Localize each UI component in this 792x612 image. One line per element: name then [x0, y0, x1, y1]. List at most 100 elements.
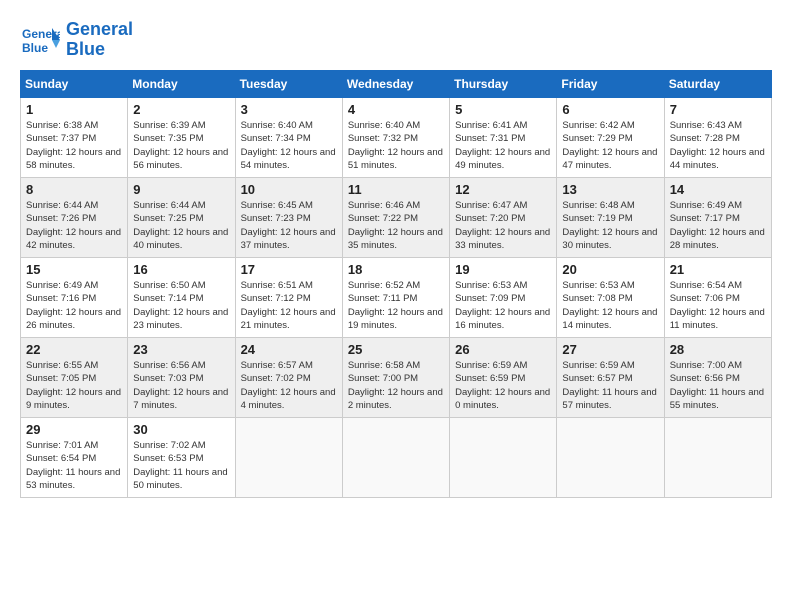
week-row-4: 22 Sunrise: 6:55 AM Sunset: 7:05 PM Dayli… [21, 338, 772, 418]
day-info-23: Sunrise: 6:56 AM Sunset: 7:03 PM Dayligh… [133, 359, 229, 412]
header-thursday: Thursday [450, 71, 557, 98]
day-info-11: Sunrise: 6:46 AM Sunset: 7:22 PM Dayligh… [348, 199, 444, 252]
day-cell-28: 28Sunrise: 7:00 AM Sunset: 6:56 PM Dayli… [664, 338, 771, 418]
week-row-1: 1 Sunrise: 6:38 AM Sunset: 7:37 PM Daylig… [21, 98, 772, 178]
day-info-9: Sunrise: 6:44 AM Sunset: 7:25 PM Dayligh… [133, 199, 229, 252]
day-cell-1: 1 Sunrise: 6:38 AM Sunset: 7:37 PM Daylig… [21, 98, 128, 178]
day-info-20: Sunrise: 6:53 AM Sunset: 7:08 PM Dayligh… [562, 279, 658, 332]
day-info-24: Sunrise: 6:57 AM Sunset: 7:02 PM Dayligh… [241, 359, 337, 412]
day-cell-2: 2 Sunrise: 6:39 AM Sunset: 7:35 PM Daylig… [128, 98, 235, 178]
day-cell-6: 6 Sunrise: 6:42 AM Sunset: 7:29 PM Daylig… [557, 98, 664, 178]
day-number-24: 24 [241, 342, 337, 357]
day-number-13: 13 [562, 182, 658, 197]
svg-text:Blue: Blue [22, 41, 48, 55]
day-cell-17: 17 Sunrise: 6:51 AM Sunset: 7:12 PM Dayli… [235, 258, 342, 338]
header-monday: Monday [128, 71, 235, 98]
day-number-12: 12 [455, 182, 551, 197]
day-cell-21: 21 Sunrise: 6:54 AM Sunset: 7:06 PM Dayli… [664, 258, 771, 338]
day-cell-29: 29 Sunrise: 7:01 AM Sunset: 6:54 PM Dayli… [21, 418, 128, 498]
header-friday: Friday [557, 71, 664, 98]
day-info-28: Sunrise: 7:00 AM Sunset: 6:56 PM Dayligh… [670, 359, 766, 412]
day-info-14: Sunrise: 6:49 AM Sunset: 7:17 PM Dayligh… [670, 199, 766, 252]
day-number-6: 6 [562, 102, 658, 117]
day-cell-11: 11 Sunrise: 6:46 AM Sunset: 7:22 PM Dayli… [342, 178, 449, 258]
day-number-1: 1 [26, 102, 122, 117]
day-info-3: Sunrise: 6:40 AM Sunset: 7:34 PM Dayligh… [241, 119, 337, 172]
day-number-17: 17 [241, 262, 337, 277]
weekday-header-row: Sunday Monday Tuesday Wednesday Thursday… [21, 71, 772, 98]
week-row-5: 29 Sunrise: 7:01 AM Sunset: 6:54 PM Dayli… [21, 418, 772, 498]
empty-cell [664, 418, 771, 498]
day-info-4: Sunrise: 6:40 AM Sunset: 7:32 PM Dayligh… [348, 119, 444, 172]
day-cell-23: 23 Sunrise: 6:56 AM Sunset: 7:03 PM Dayli… [128, 338, 235, 418]
day-cell-3: 3Sunrise: 6:40 AM Sunset: 7:34 PM Daylig… [235, 98, 342, 178]
day-cell-10: 10Sunrise: 6:45 AM Sunset: 7:23 PM Dayli… [235, 178, 342, 258]
day-number-9: 9 [133, 182, 229, 197]
week-row-3: 15 Sunrise: 6:49 AM Sunset: 7:16 PM Dayli… [21, 258, 772, 338]
day-cell-5: 5 Sunrise: 6:41 AM Sunset: 7:31 PM Daylig… [450, 98, 557, 178]
day-number-11: 11 [348, 182, 444, 197]
day-info-6: Sunrise: 6:42 AM Sunset: 7:29 PM Dayligh… [562, 119, 658, 172]
day-info-5: Sunrise: 6:41 AM Sunset: 7:31 PM Dayligh… [455, 119, 551, 172]
day-info-17: Sunrise: 6:51 AM Sunset: 7:12 PM Dayligh… [241, 279, 337, 332]
day-info-22: Sunrise: 6:55 AM Sunset: 7:05 PM Dayligh… [26, 359, 122, 412]
day-cell-24: 24 Sunrise: 6:57 AM Sunset: 7:02 PM Dayli… [235, 338, 342, 418]
logo-text: General Blue [66, 20, 133, 60]
day-info-18: Sunrise: 6:52 AM Sunset: 7:11 PM Dayligh… [348, 279, 444, 332]
day-cell-22: 22 Sunrise: 6:55 AM Sunset: 7:05 PM Dayli… [21, 338, 128, 418]
day-cell-9: 9 Sunrise: 6:44 AM Sunset: 7:25 PM Daylig… [128, 178, 235, 258]
day-number-14: 14 [670, 182, 766, 197]
day-info-16: Sunrise: 6:50 AM Sunset: 7:14 PM Dayligh… [133, 279, 229, 332]
day-number-18: 18 [348, 262, 444, 277]
day-cell-13: 13Sunrise: 6:48 AM Sunset: 7:19 PM Dayli… [557, 178, 664, 258]
day-number-21: 21 [670, 262, 766, 277]
day-number-15: 15 [26, 262, 122, 277]
day-info-27: Sunrise: 6:59 AM Sunset: 6:57 PM Dayligh… [562, 359, 658, 412]
day-number-29: 29 [26, 422, 122, 437]
day-info-19: Sunrise: 6:53 AM Sunset: 7:09 PM Dayligh… [455, 279, 551, 332]
day-number-5: 5 [455, 102, 551, 117]
day-info-25: Sunrise: 6:58 AM Sunset: 7:00 PM Dayligh… [348, 359, 444, 412]
day-info-21: Sunrise: 6:54 AM Sunset: 7:06 PM Dayligh… [670, 279, 766, 332]
empty-cell [557, 418, 664, 498]
day-cell-16: 16 Sunrise: 6:50 AM Sunset: 7:14 PM Dayli… [128, 258, 235, 338]
empty-cell [235, 418, 342, 498]
day-number-20: 20 [562, 262, 658, 277]
day-cell-8: 8Sunrise: 6:44 AM Sunset: 7:26 PM Daylig… [21, 178, 128, 258]
day-info-29: Sunrise: 7:01 AM Sunset: 6:54 PM Dayligh… [26, 439, 122, 492]
day-number-4: 4 [348, 102, 444, 117]
day-info-10: Sunrise: 6:45 AM Sunset: 7:23 PM Dayligh… [241, 199, 337, 252]
day-cell-14: 14 Sunrise: 6:49 AM Sunset: 7:17 PM Dayli… [664, 178, 771, 258]
day-info-7: Sunrise: 6:43 AM Sunset: 7:28 PM Dayligh… [670, 119, 766, 172]
calendar-table: Sunday Monday Tuesday Wednesday Thursday… [20, 70, 772, 498]
day-cell-25: 25 Sunrise: 6:58 AM Sunset: 7:00 PM Dayli… [342, 338, 449, 418]
day-info-26: Sunrise: 6:59 AM Sunset: 6:59 PM Dayligh… [455, 359, 551, 412]
day-info-2: Sunrise: 6:39 AM Sunset: 7:35 PM Dayligh… [133, 119, 229, 172]
day-number-2: 2 [133, 102, 229, 117]
day-cell-7: 7 Sunrise: 6:43 AM Sunset: 7:28 PM Daylig… [664, 98, 771, 178]
page-header: General Blue General Blue [20, 20, 772, 60]
day-cell-15: 15 Sunrise: 6:49 AM Sunset: 7:16 PM Dayli… [21, 258, 128, 338]
day-info-12: Sunrise: 6:47 AM Sunset: 7:20 PM Dayligh… [455, 199, 551, 252]
header-tuesday: Tuesday [235, 71, 342, 98]
day-number-16: 16 [133, 262, 229, 277]
day-number-26: 26 [455, 342, 551, 357]
header-sunday: Sunday [21, 71, 128, 98]
day-cell-27: 27 Sunrise: 6:59 AM Sunset: 6:57 PM Dayli… [557, 338, 664, 418]
day-number-22: 22 [26, 342, 122, 357]
day-number-30: 30 [133, 422, 229, 437]
day-info-15: Sunrise: 6:49 AM Sunset: 7:16 PM Dayligh… [26, 279, 122, 332]
week-row-2: 8Sunrise: 6:44 AM Sunset: 7:26 PM Daylig… [21, 178, 772, 258]
day-cell-20: 20 Sunrise: 6:53 AM Sunset: 7:08 PM Dayli… [557, 258, 664, 338]
day-number-19: 19 [455, 262, 551, 277]
day-cell-4: 4 Sunrise: 6:40 AM Sunset: 7:32 PM Daylig… [342, 98, 449, 178]
header-wednesday: Wednesday [342, 71, 449, 98]
day-number-25: 25 [348, 342, 444, 357]
day-info-8: Sunrise: 6:44 AM Sunset: 7:26 PM Dayligh… [26, 199, 122, 252]
day-cell-19: 19 Sunrise: 6:53 AM Sunset: 7:09 PM Dayli… [450, 258, 557, 338]
day-cell-30: 30Sunrise: 7:02 AM Sunset: 6:53 PM Dayli… [128, 418, 235, 498]
day-number-7: 7 [670, 102, 766, 117]
day-number-23: 23 [133, 342, 229, 357]
day-number-27: 27 [562, 342, 658, 357]
day-info-1: Sunrise: 6:38 AM Sunset: 7:37 PM Dayligh… [26, 119, 122, 172]
